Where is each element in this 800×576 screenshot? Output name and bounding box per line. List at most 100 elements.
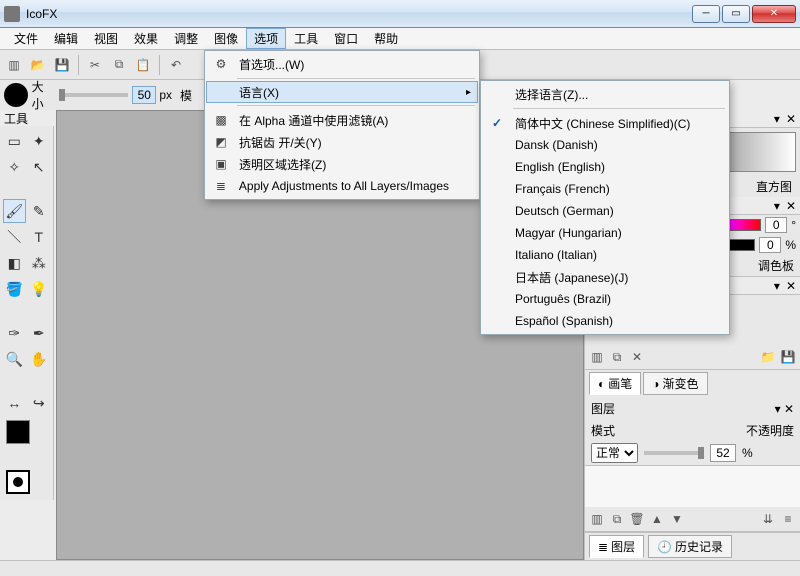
menu-options[interactable]: 选项 bbox=[246, 28, 286, 49]
sat-value[interactable]: 0 bbox=[759, 237, 781, 253]
new-icon[interactable]: ▥ bbox=[589, 349, 605, 365]
menu-effects[interactable]: 效果 bbox=[126, 28, 166, 49]
down-icon[interactable]: ▼ bbox=[669, 511, 685, 527]
up-icon[interactable]: ▲ bbox=[649, 511, 665, 527]
save-icon[interactable]: 💾 bbox=[780, 349, 796, 365]
open-icon[interactable]: 📂 bbox=[28, 55, 48, 75]
wand-tool[interactable]: ✧ bbox=[3, 155, 26, 179]
dup-layer-icon[interactable]: ⧉ bbox=[609, 511, 625, 527]
lang-item[interactable]: Français (French) bbox=[483, 178, 727, 200]
recolor-tool[interactable]: ✒ bbox=[28, 321, 51, 345]
tab-history[interactable]: 🕘历史记录 bbox=[648, 535, 732, 558]
menu-help[interactable]: 帮助 bbox=[366, 28, 406, 49]
menu-transparent-selection[interactable]: ▣透明区域选择(Z) bbox=[207, 153, 477, 175]
brush-icon: ◐ bbox=[598, 377, 605, 391]
lang-label: Dansk (Danish) bbox=[515, 138, 598, 152]
flatten-icon[interactable]: ≡ bbox=[780, 511, 796, 527]
close-icon[interactable]: ✕ bbox=[786, 279, 796, 293]
menu-alpha-filter[interactable]: ▩在 Alpha 通道中使用滤镜(A) bbox=[207, 109, 477, 131]
eyedropper-tool[interactable]: ✑ bbox=[3, 321, 26, 345]
chevron-down-icon[interactable]: ▾ bbox=[774, 112, 780, 126]
layer-list[interactable] bbox=[585, 465, 800, 507]
menu-window[interactable]: 窗口 bbox=[326, 28, 366, 49]
blend-mode-select[interactable]: 正常 bbox=[591, 443, 638, 463]
new-layer-icon[interactable]: ▥ bbox=[589, 511, 605, 527]
size-slider[interactable] bbox=[59, 93, 128, 97]
opacity-input[interactable] bbox=[710, 444, 736, 462]
foreground-swatch[interactable] bbox=[6, 420, 30, 444]
line-tool[interactable]: ＼ bbox=[3, 225, 26, 249]
maximize-button[interactable]: ▭ bbox=[722, 5, 750, 23]
close-icon[interactable]: ✕ bbox=[786, 199, 796, 213]
menu-image[interactable]: 图像 bbox=[206, 28, 246, 49]
marquee-tool[interactable]: ▭ bbox=[3, 129, 26, 153]
del-layer-icon[interactable]: 🗑 bbox=[629, 511, 645, 527]
checker-icon: ▩ bbox=[211, 110, 231, 130]
undo-icon[interactable]: ↶ bbox=[166, 55, 186, 75]
paste-icon[interactable]: 📋 bbox=[133, 55, 153, 75]
lasso-tool[interactable]: ✦ bbox=[28, 129, 51, 153]
lang-item[interactable]: English (English) bbox=[483, 156, 727, 178]
text-tool[interactable]: T bbox=[28, 225, 51, 249]
cut-icon[interactable]: ✂ bbox=[85, 55, 105, 75]
menu-view[interactable]: 视图 bbox=[86, 28, 126, 49]
tab-brush[interactable]: ◐画笔 bbox=[589, 372, 641, 395]
save-icon[interactable]: 💾 bbox=[52, 55, 72, 75]
folder-icon[interactable]: 📁 bbox=[760, 349, 776, 365]
mode-label: 模式 bbox=[591, 422, 615, 439]
tab-gradient[interactable]: ◑渐变色 bbox=[643, 372, 707, 395]
menu-edit[interactable]: 编辑 bbox=[46, 28, 86, 49]
window-buttons: ─ ▭ ✕ bbox=[690, 5, 796, 23]
separator bbox=[237, 78, 475, 79]
lang-item[interactable]: Magyar (Hungarian) bbox=[483, 222, 727, 244]
menu-select-language[interactable]: 选择语言(Z)... bbox=[483, 83, 727, 105]
menu-apply-all[interactable]: ≣Apply Adjustments to All Layers/Images bbox=[207, 175, 477, 197]
chevron-down-icon[interactable]: ▾ bbox=[775, 402, 781, 416]
menu-language[interactable]: 语言(X)▸ bbox=[206, 81, 478, 103]
tab-layers[interactable]: ≣图层 bbox=[589, 535, 644, 558]
eraser-tool[interactable]: ◧ bbox=[3, 251, 26, 275]
menu-preferences[interactable]: ⚙首选项...(W) bbox=[207, 53, 477, 75]
lang-item[interactable]: ✓简体中文 (Chinese Simplified)(C) bbox=[483, 112, 727, 134]
mode-label: 模 bbox=[180, 87, 192, 104]
pencil-tool[interactable]: ✎ bbox=[28, 199, 51, 223]
lang-item[interactable]: Deutsch (German) bbox=[483, 200, 727, 222]
swap-tool[interactable]: ↔ bbox=[3, 391, 26, 415]
spray-tool[interactable]: ⁂ bbox=[28, 251, 51, 275]
copy-icon[interactable]: ⧉ bbox=[109, 55, 129, 75]
hand-tool[interactable]: ✋ bbox=[28, 347, 51, 371]
close-icon[interactable]: ✕ bbox=[784, 402, 794, 416]
brush-tool[interactable]: 🖌 bbox=[3, 199, 26, 223]
merge-icon[interactable]: ⇊ bbox=[760, 511, 776, 527]
delete-icon[interactable]: ✕ bbox=[629, 349, 645, 365]
new-icon[interactable]: ▥ bbox=[4, 55, 24, 75]
close-icon[interactable]: ✕ bbox=[786, 112, 796, 126]
layer-mini-toolbar: ▥ ⧉ 🗑 ▲ ▼ ⇊ ≡ bbox=[585, 507, 800, 532]
fill-tool[interactable]: 🪣 bbox=[3, 277, 26, 301]
layers-title: 图层 bbox=[591, 400, 615, 417]
close-button[interactable]: ✕ bbox=[752, 5, 796, 23]
retouch-tool[interactable]: ↪ bbox=[28, 391, 51, 415]
lang-item[interactable]: Português (Brazil) bbox=[483, 288, 727, 310]
lang-label: Italiano (Italian) bbox=[515, 248, 597, 262]
chevron-down-icon[interactable]: ▾ bbox=[774, 279, 780, 293]
size-input[interactable] bbox=[132, 86, 156, 104]
lang-item[interactable]: 日本語 (Japanese)(J) bbox=[483, 266, 727, 288]
lang-item[interactable]: Italiano (Italian) bbox=[483, 244, 727, 266]
opacity-slider[interactable] bbox=[644, 451, 704, 455]
background-swatch[interactable] bbox=[6, 470, 30, 494]
lang-item[interactable]: Español (Spanish) bbox=[483, 310, 727, 332]
lang-label: Magyar (Hungarian) bbox=[515, 226, 622, 240]
move-tool[interactable]: ↖ bbox=[28, 155, 51, 179]
chevron-down-icon[interactable]: ▾ bbox=[774, 199, 780, 213]
lang-item[interactable]: Dansk (Danish) bbox=[483, 134, 727, 156]
minimize-button[interactable]: ─ bbox=[692, 5, 720, 23]
menu-tools[interactable]: 工具 bbox=[286, 28, 326, 49]
menu-file[interactable]: 文件 bbox=[6, 28, 46, 49]
zoom-tool[interactable]: 🔍 bbox=[3, 347, 26, 371]
light-tool[interactable]: 💡 bbox=[28, 277, 51, 301]
hue-value[interactable]: 0 bbox=[765, 217, 787, 233]
copy-icon[interactable]: ⧉ bbox=[609, 349, 625, 365]
menu-antialias[interactable]: ◩抗锯齿 开/关(Y) bbox=[207, 131, 477, 153]
menu-adjust[interactable]: 调整 bbox=[166, 28, 206, 49]
